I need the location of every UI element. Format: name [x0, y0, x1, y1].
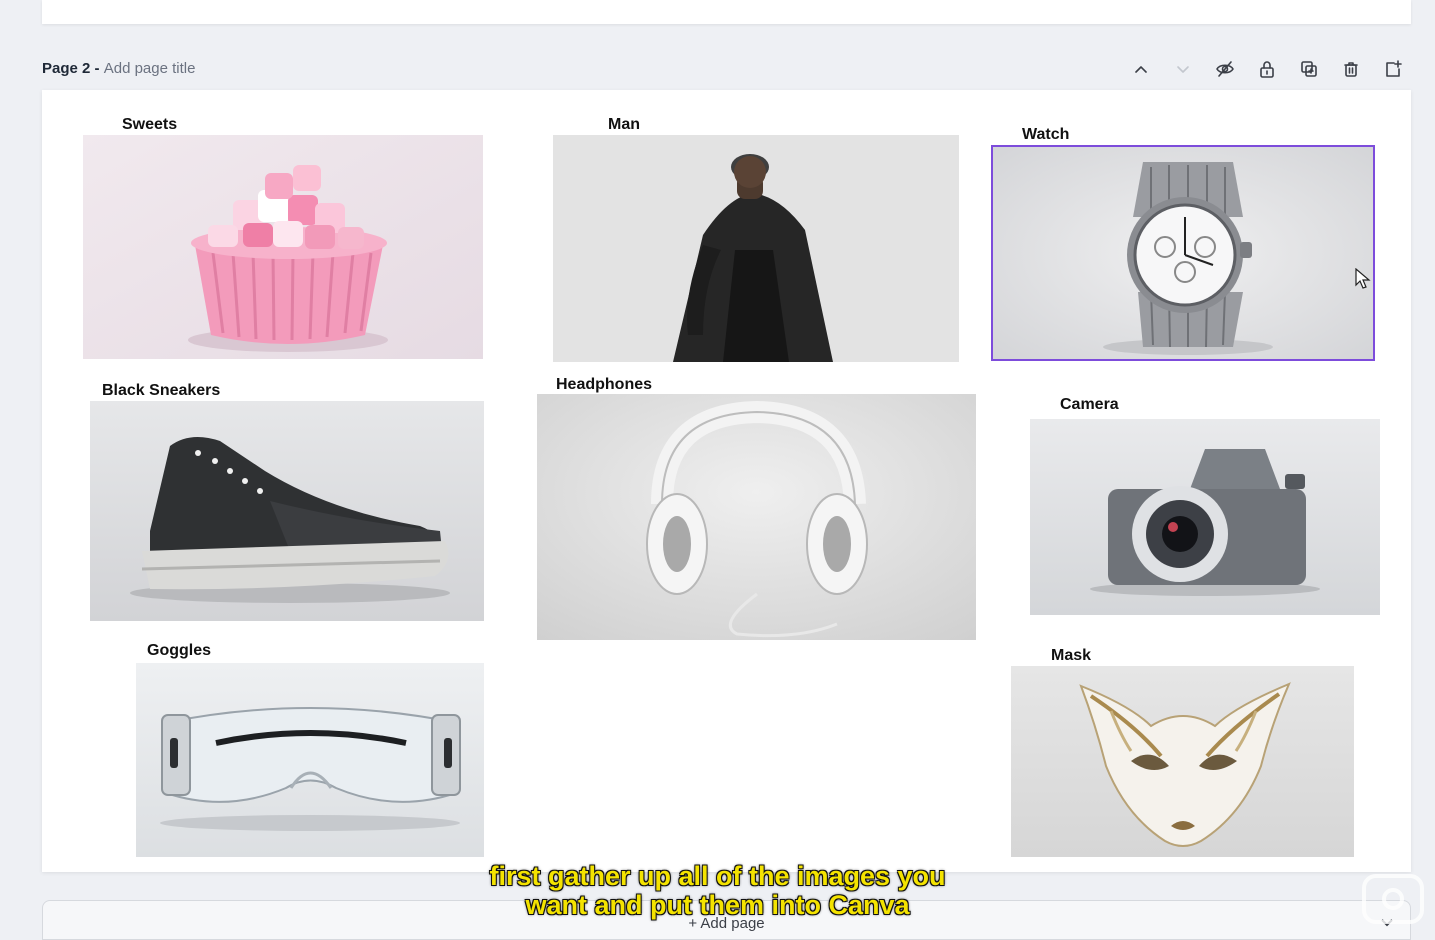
page-toolbar — [1123, 55, 1411, 83]
chevron-down-icon — [1177, 66, 1189, 73]
item-label-black-sneakers[interactable]: Black Sneakers — [102, 382, 220, 400]
add-page-bar[interactable]: + Add page — [42, 900, 1411, 940]
camera-image[interactable] — [1030, 419, 1380, 615]
page-number: Page 2 — [42, 60, 91, 77]
lock-page-button[interactable] — [1249, 55, 1285, 83]
item-label-camera[interactable]: Camera — [1060, 396, 1119, 414]
headphones-image[interactable] — [537, 394, 976, 640]
chevron-up-icon — [1135, 66, 1147, 73]
page-header: Page 2 - Add page title — [42, 55, 1411, 83]
item-label-headphones[interactable]: Headphones — [556, 376, 652, 394]
delete-page-button[interactable] — [1333, 55, 1369, 83]
mouse-cursor-icon — [1355, 268, 1371, 289]
lock-icon — [1260, 61, 1274, 78]
mask-image[interactable] — [1011, 666, 1354, 857]
previous-page-canvas[interactable] — [42, 0, 1411, 24]
hide-page-button[interactable] — [1207, 55, 1243, 83]
sweets-image[interactable] — [83, 135, 483, 359]
goggles-image[interactable] — [136, 663, 484, 857]
item-label-goggles[interactable]: Goggles — [147, 642, 211, 660]
page-title-input[interactable]: Add page title — [104, 60, 196, 77]
add-page-label[interactable]: + Add page — [43, 915, 1410, 932]
watch-image[interactable] — [991, 145, 1375, 361]
design-page-canvas[interactable]: Sweets Man Watch Black Sneakers Headphon… — [42, 90, 1411, 872]
add-page-icon — [1386, 60, 1402, 77]
move-page-up-button[interactable] — [1123, 55, 1159, 83]
man-image[interactable] — [553, 135, 959, 362]
add-page-button[interactable] — [1375, 55, 1411, 83]
item-label-man[interactable]: Man — [608, 116, 640, 134]
black-sneakers-image[interactable] — [90, 401, 484, 621]
move-page-down-button[interactable] — [1165, 55, 1201, 83]
page-title-separator: - — [90, 60, 104, 77]
duplicate-icon — [1301, 61, 1317, 77]
trash-icon — [1344, 62, 1358, 77]
item-label-watch[interactable]: Watch — [1022, 126, 1069, 144]
item-label-mask[interactable]: Mask — [1051, 647, 1091, 665]
item-label-sweets[interactable]: Sweets — [122, 116, 177, 134]
duplicate-page-button[interactable] — [1291, 55, 1327, 83]
eye-off-icon — [1216, 61, 1234, 77]
page-title[interactable]: Page 2 - Add page title — [42, 60, 195, 77]
screen-record-icon — [1362, 874, 1424, 924]
